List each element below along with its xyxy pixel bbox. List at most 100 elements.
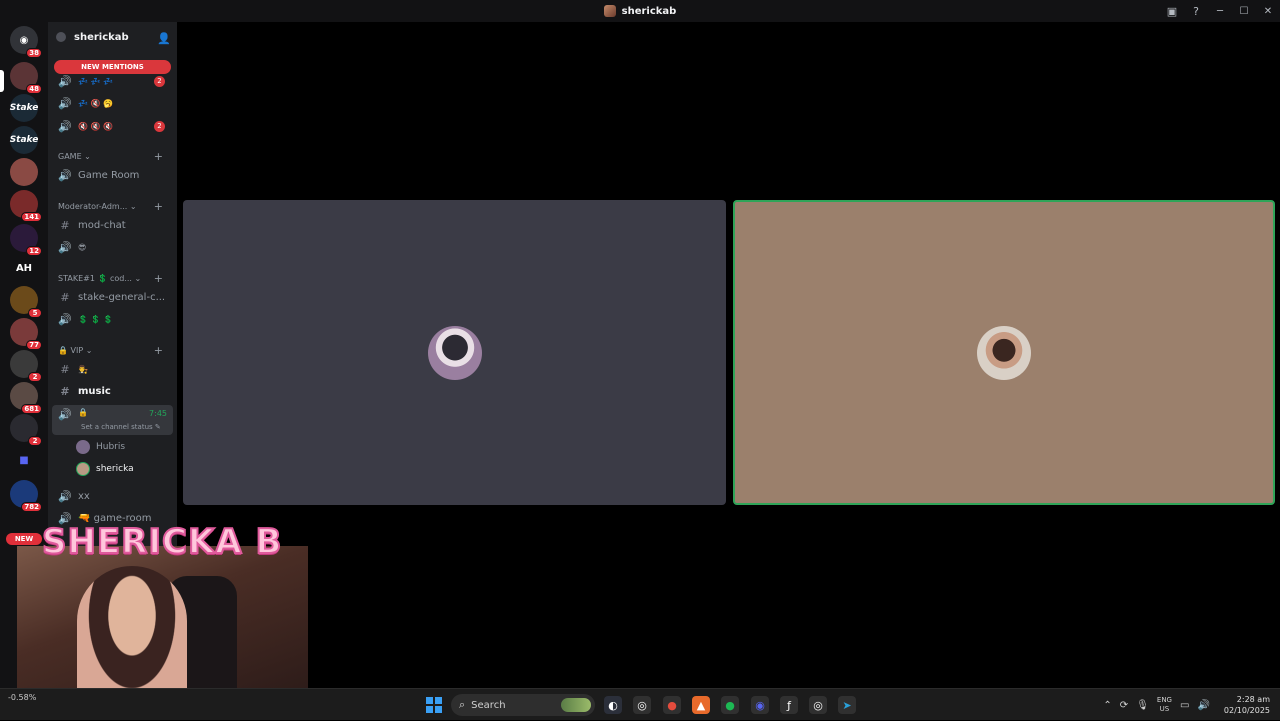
- server-stake-2[interactable]: Stake: [10, 126, 38, 154]
- search-highlight-image: [561, 698, 591, 712]
- streamer: [77, 566, 187, 708]
- text-channel-mod-chat[interactable]: # mod-chat: [52, 215, 173, 235]
- category-vip[interactable]: 🔒 VIP ⌄ +: [52, 343, 173, 357]
- category-label: GAME: [58, 151, 82, 161]
- server-icon[interactable]: 12: [10, 224, 42, 256]
- channel-label: xx: [78, 490, 90, 502]
- add-channel-icon[interactable]: +: [154, 200, 163, 213]
- voice-channel[interactable]: 🔊 💤 💤 💤 2: [52, 71, 173, 91]
- windows-taskbar: -0.58% ⌕ Search ◐ ◎ ● ▲ ● ◉ ƒ ◎ ➤ ⌃ ⟳ 🎙 …: [0, 688, 1280, 720]
- avatar: [76, 440, 90, 454]
- spotify-icon[interactable]: ●: [721, 696, 739, 714]
- channel-label: 👨‍⚖️: [78, 364, 88, 374]
- server-icon[interactable]: 5: [10, 286, 42, 318]
- text-channel[interactable]: # 👨‍⚖️: [52, 359, 173, 379]
- category-stake[interactable]: STAKE#1 💲 cod... ⌄ +: [52, 271, 173, 285]
- server-badge: 2: [28, 436, 42, 446]
- sync-icon[interactable]: ⟳: [1120, 700, 1128, 711]
- search-box[interactable]: ⌕ Search: [451, 694, 595, 716]
- set-status-link[interactable]: Set a channel status ✎: [81, 423, 161, 431]
- voice-member[interactable]: Hubris: [76, 438, 172, 456]
- category-moderator[interactable]: Moderator-Adm... ⌄ +: [52, 199, 173, 213]
- server-badge: 681: [21, 404, 42, 414]
- speaker-icon: 🔊: [58, 96, 72, 110]
- category-label: Moderator-Adm...: [58, 201, 128, 211]
- language-indicator[interactable]: ENG US: [1157, 696, 1172, 714]
- server-stake-1[interactable]: Stake: [10, 94, 38, 122]
- voice-channel-game-room[interactable]: 🔊 Game Room: [52, 165, 173, 185]
- discord-icon[interactable]: ◉: [751, 696, 769, 714]
- telegram-icon[interactable]: ➤: [838, 696, 856, 714]
- channel-label: mod-chat: [78, 219, 126, 231]
- voice-channel[interactable]: 🔊 😎: [52, 237, 173, 257]
- minimize-button[interactable]: ─: [1208, 0, 1232, 22]
- channel-label: 😎: [78, 242, 87, 252]
- clock[interactable]: 2:28 am 02/10/2025: [1224, 694, 1270, 716]
- channel-label: 💤 💤 💤: [78, 76, 113, 86]
- voice-channel[interactable]: 🔊 💤 🔇 🥱: [52, 93, 173, 113]
- copilot-icon[interactable]: ◐: [604, 696, 622, 714]
- webcam-overlay: [17, 546, 308, 708]
- voice-channel-xx[interactable]: 🔊 xx: [52, 486, 173, 506]
- server-icon[interactable]: 2: [10, 414, 42, 446]
- server-ah[interactable]: AH: [10, 254, 38, 282]
- text-channel-stake-general[interactable]: # stake-general-c...: [52, 287, 173, 307]
- selected-pip: [0, 70, 4, 92]
- obs-icon[interactable]: ◎: [633, 696, 651, 714]
- microphone-icon[interactable]: 🎙: [1136, 700, 1149, 711]
- app-icon[interactable]: ▲: [692, 696, 710, 714]
- category-game[interactable]: GAME ⌄ +: [52, 149, 173, 163]
- server-badge: 141: [21, 212, 42, 222]
- display-icon[interactable]: ▭: [1180, 700, 1189, 711]
- chevron-up-icon[interactable]: ⌃: [1103, 700, 1111, 711]
- add-channel-icon[interactable]: +: [154, 150, 163, 163]
- hashtag-icon: #: [60, 290, 70, 304]
- app-icon[interactable]: ƒ: [780, 696, 798, 714]
- text-channel-music[interactable]: # music: [52, 381, 173, 401]
- server-badge: 77: [26, 340, 42, 350]
- speaker-icon: 🔊: [58, 119, 72, 133]
- maximize-button[interactable]: ☐: [1232, 0, 1256, 22]
- server-icon[interactable]: 681: [10, 382, 42, 414]
- invite-icon[interactable]: 👤: [157, 32, 171, 45]
- server-icon[interactable]: [10, 158, 38, 186]
- date: 02/10/2025: [1223, 706, 1270, 715]
- app-icon[interactable]: ◎: [809, 696, 827, 714]
- chrome-icon[interactable]: ●: [663, 696, 681, 714]
- voice-member[interactable]: shericka: [76, 460, 172, 478]
- search-icon: ⌕: [459, 698, 466, 711]
- volume-icon[interactable]: 🔊: [1197, 700, 1209, 711]
- help-icon[interactable]: ?: [1184, 0, 1208, 22]
- speaker-icon: 🔊: [58, 489, 72, 503]
- server-icon[interactable]: 2: [10, 350, 42, 382]
- server-badge: 48: [26, 84, 42, 94]
- avatar: [76, 462, 90, 476]
- hashtag-icon: #: [60, 362, 70, 376]
- new-unreads-pill[interactable]: NEW: [6, 533, 42, 545]
- discord-icon: ◉: [19, 34, 29, 46]
- home-button[interactable]: ◉ 38: [10, 26, 42, 58]
- participant-tile-hubris[interactable]: [183, 200, 726, 505]
- server-icon[interactable]: 77: [10, 318, 42, 350]
- add-channel-icon[interactable]: +: [154, 272, 163, 285]
- server-icon[interactable]: 141: [10, 190, 42, 222]
- close-button[interactable]: ✕: [1256, 0, 1280, 22]
- server-boost-icon: [56, 32, 66, 42]
- server-icon[interactable]: 782: [10, 480, 42, 512]
- member-name: Hubris: [96, 442, 126, 452]
- server-icon[interactable]: 48: [10, 62, 42, 94]
- server-header[interactable]: sherickab 👤: [48, 22, 177, 52]
- call-timer: 7:45: [149, 409, 167, 418]
- webcam-title: SHERICKA B: [41, 521, 283, 563]
- add-channel-icon[interactable]: +: [154, 344, 163, 357]
- active-voice-channel[interactable]: 🔊 🔒 7:45 Set a channel status ✎: [52, 405, 173, 435]
- participant-tile-shericka[interactable]: [733, 200, 1275, 505]
- start-icon[interactable]: [426, 697, 442, 713]
- title-controls: ▣ ? ─ ☐ ✕: [1160, 0, 1280, 22]
- voice-channel[interactable]: 🔊 🔇 🔇 🔇 2: [52, 116, 173, 136]
- stock-ticker[interactable]: -0.58%: [8, 693, 36, 702]
- voice-channel[interactable]: 🔊 💲 💲 💲: [52, 309, 173, 329]
- member-name: shericka: [96, 464, 134, 474]
- inbox-icon[interactable]: ▣: [1160, 0, 1184, 22]
- folder-icon[interactable]: ■: [10, 446, 38, 474]
